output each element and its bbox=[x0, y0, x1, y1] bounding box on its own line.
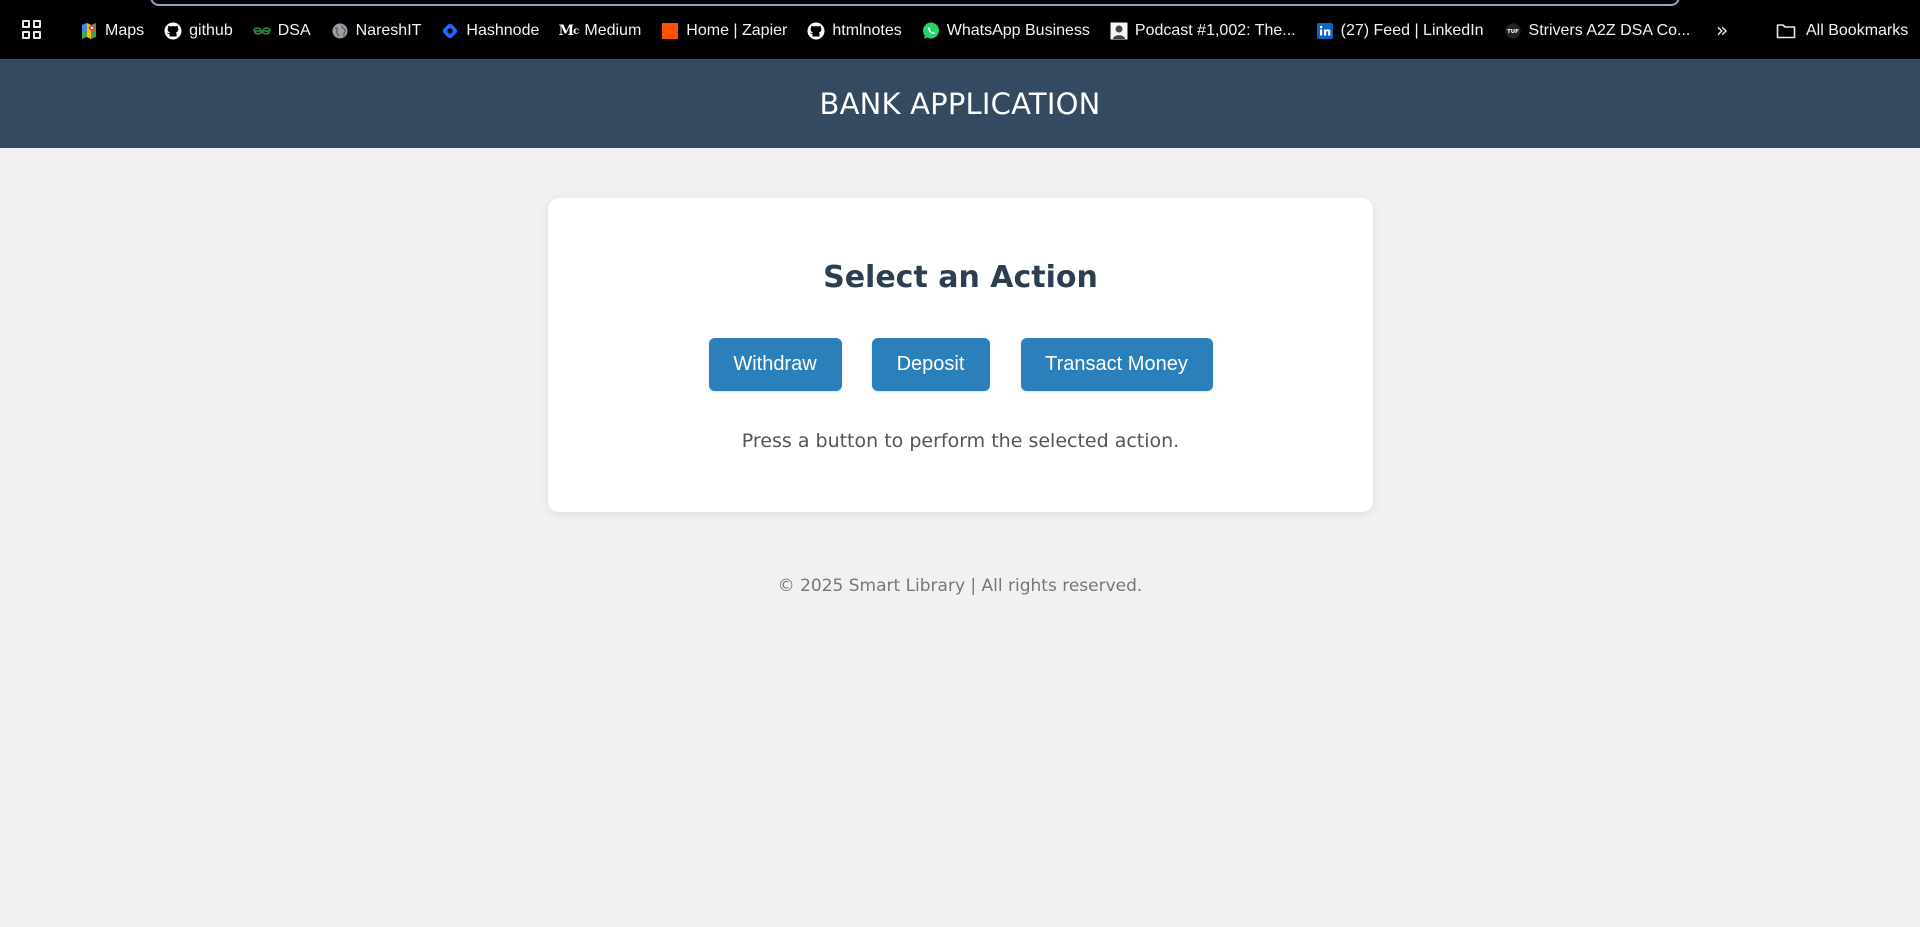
bookmark-hashnode[interactable]: Hashnode bbox=[441, 20, 539, 42]
transact-money-button[interactable]: Transact Money bbox=[1020, 338, 1213, 391]
action-message: Press a button to perform the selected a… bbox=[741, 430, 1180, 452]
footer-copyright: © 2025 Smart Library | All rights reserv… bbox=[777, 576, 1143, 596]
bookmark-label: Podcast #1,002: The... bbox=[1134, 22, 1296, 39]
github-icon bbox=[807, 22, 825, 40]
globe-icon bbox=[331, 22, 349, 40]
geeksforgeeks-icon bbox=[252, 22, 271, 40]
bookmark-label: Hashnode bbox=[466, 22, 540, 39]
bookmark-label: Maps bbox=[105, 22, 145, 39]
bookmark-medium[interactable]: Mc Medium bbox=[558, 20, 642, 42]
bookmark-label: Home | Zapier bbox=[686, 22, 788, 39]
all-bookmarks-label: All Bookmarks bbox=[1806, 22, 1909, 39]
deposit-button[interactable]: Deposit bbox=[871, 338, 990, 391]
bookmark-dsa[interactable]: DSA bbox=[252, 20, 311, 42]
bookmark-label: NareshIT bbox=[355, 22, 422, 39]
app-title: BANK APPLICATION bbox=[819, 86, 1101, 121]
podcast-avatar-icon bbox=[1110, 22, 1128, 40]
bookmark-htmlnotes[interactable]: htmlnotes bbox=[807, 20, 902, 42]
bookmark-label: DSA bbox=[277, 22, 311, 39]
bookmark-label: Medium bbox=[584, 22, 642, 39]
bookmark-strivers[interactable]: TUF Strivers A2Z DSA Co... bbox=[1504, 20, 1691, 42]
apps-grid-icon[interactable] bbox=[22, 20, 44, 42]
bookmark-label: Strivers A2Z DSA Co... bbox=[1528, 22, 1691, 39]
bookmark-podcast[interactable]: Podcast #1,002: The... bbox=[1110, 20, 1296, 42]
whatsapp-icon bbox=[922, 22, 940, 40]
bookmark-label: WhatsApp Business bbox=[946, 22, 1090, 39]
medium-icon: Mc bbox=[558, 23, 580, 39]
bookmarks-bar: Maps github DSA NareshIT Hashnode M c Me… bbox=[0, 0, 1920, 59]
svg-text:TUF: TUF bbox=[1507, 29, 1519, 35]
withdraw-button[interactable]: Withdraw bbox=[708, 338, 842, 391]
bookmark-linkedin[interactable]: (27) Feed | LinkedIn bbox=[1316, 20, 1484, 42]
action-button-row: Withdraw Deposit Transact Money bbox=[548, 338, 1373, 391]
bookmark-maps[interactable]: Maps bbox=[80, 20, 144, 42]
card-title: Select an Action bbox=[823, 260, 1098, 295]
google-maps-icon bbox=[80, 22, 98, 40]
bookmark-nareshit[interactable]: NareshIT bbox=[331, 20, 422, 42]
linkedin-icon bbox=[1316, 22, 1334, 40]
zapier-icon bbox=[661, 22, 679, 40]
bookmark-label: github bbox=[189, 22, 233, 39]
tuf-icon: TUF bbox=[1504, 22, 1522, 40]
all-bookmarks-button[interactable]: All Bookmarks bbox=[1776, 20, 1908, 42]
bookmark-list: Maps github DSA NareshIT Hashnode M c Me… bbox=[80, 20, 1710, 42]
hashnode-icon bbox=[441, 22, 459, 40]
double-chevron-right-icon[interactable]: » bbox=[1716, 19, 1728, 41]
bookmark-label: htmlnotes bbox=[832, 22, 902, 39]
github-icon bbox=[164, 22, 182, 40]
bookmark-github[interactable]: github bbox=[164, 20, 233, 42]
address-bar-edge[interactable] bbox=[150, 0, 1680, 6]
action-card: Select an Action Withdraw Deposit Transa… bbox=[548, 198, 1373, 512]
folder-icon bbox=[1776, 22, 1796, 40]
app-header: BANK APPLICATION bbox=[0, 59, 1920, 148]
bookmark-whatsapp-business[interactable]: WhatsApp Business bbox=[922, 20, 1090, 42]
bookmark-zapier[interactable]: Home | Zapier bbox=[661, 20, 787, 42]
bookmark-label: (27) Feed | LinkedIn bbox=[1340, 22, 1484, 39]
